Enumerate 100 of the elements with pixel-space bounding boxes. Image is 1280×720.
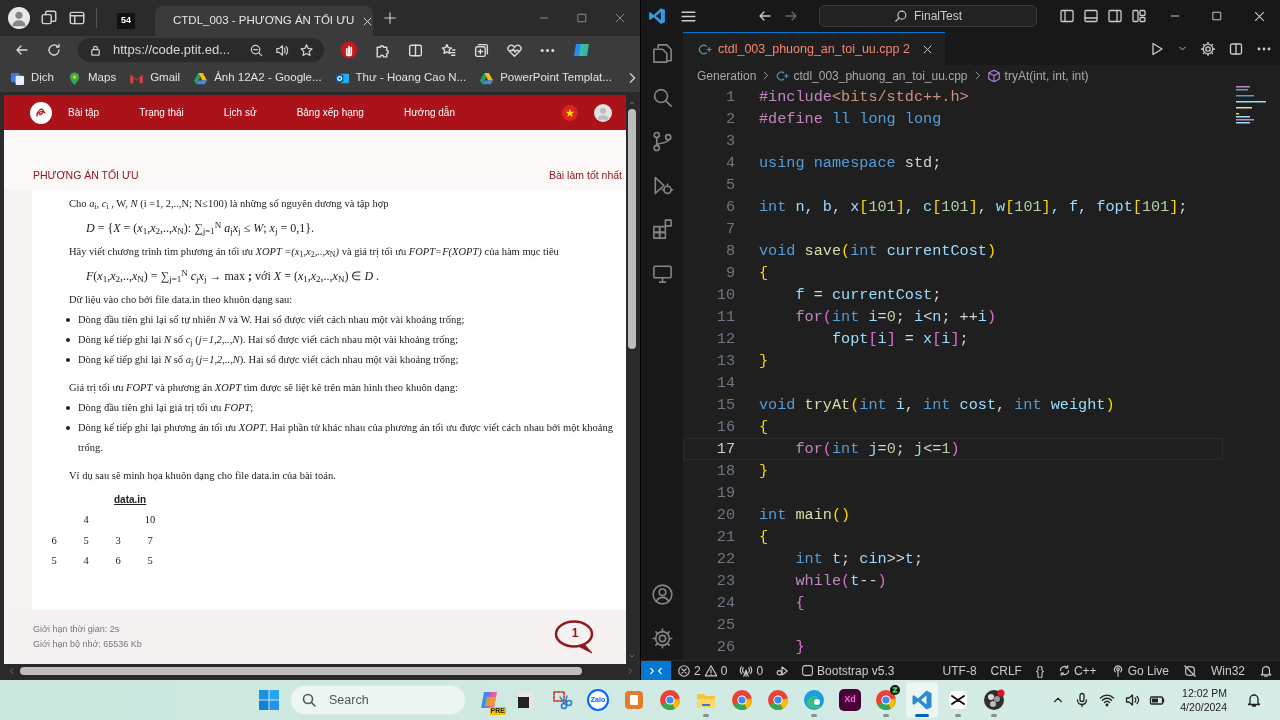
code-line[interactable]: } — [759, 636, 805, 658]
problem-title: PHƯƠNG ÁN TỐI ƯU — [33, 168, 139, 183]
code-line[interactable]: fopt[i] = x[i]; — [759, 328, 969, 350]
tab-actions-icon[interactable] — [68, 9, 86, 27]
scroll-down-icon[interactable] — [628, 652, 636, 660]
collections-icon[interactable] — [473, 41, 490, 59]
refresh-icon[interactable] — [46, 42, 62, 58]
star-icon[interactable] — [299, 42, 314, 58]
bookmark[interactable]: Dịch — [10, 69, 54, 87]
status-item[interactable]: CRLF — [983, 661, 1029, 680]
bookmark[interactable]: Maps — [67, 69, 117, 87]
chat-button[interactable]: 1 — [554, 619, 596, 655]
code-line[interactable]: } — [759, 460, 769, 482]
extension-status[interactable]: Bootstrap v5.3 — [795, 661, 901, 680]
list-item: Dòng kế tiếp ghi lại N số c$_{j}$ (j=1,2,..,N). Hai số được viết cách nhau một vài khoảng trống; — [78, 333, 458, 349]
code-line[interactable]: { — [759, 592, 805, 614]
go-live-button[interactable]: Go Live — [1103, 661, 1176, 680]
split-editor-icon[interactable] — [1228, 40, 1244, 57]
code-line[interactable]: int main() — [759, 504, 851, 526]
code-line[interactable]: f = currentCost; — [759, 284, 942, 306]
code-line[interactable]: { — [759, 526, 769, 548]
bookmark[interactable]: Thư - Hoang Cao N... — [334, 69, 467, 87]
clock-date[interactable]: 4/20/2024 — [1180, 700, 1227, 714]
secondary-sidebar-icon[interactable] — [1107, 8, 1123, 24]
language-mode[interactable]: C++ — [1050, 661, 1104, 680]
extensions-icon[interactable] — [650, 218, 674, 241]
favorites-icon[interactable] — [440, 41, 457, 59]
code-line[interactable]: { — [759, 416, 769, 438]
nav-link[interactable]: Lịch sử — [223, 105, 257, 120]
close-icon[interactable] — [1253, 9, 1266, 23]
code-line[interactable]: void tryAt(int i, int cost, int weight) — [759, 394, 1115, 416]
ports-button[interactable]: 0 — [733, 661, 770, 680]
nav-link[interactable]: Hướng dẫn — [403, 105, 455, 120]
nav-link[interactable]: Bảng xếp hạng — [296, 105, 364, 120]
wifi-icon[interactable] — [1099, 692, 1116, 708]
nav-link[interactable]: Bài tập — [68, 105, 100, 120]
code-line[interactable]: #include<bits/stdc++.h> — [759, 86, 969, 108]
flag-icon[interactable] — [562, 104, 578, 121]
volume-icon[interactable] — [1124, 692, 1141, 708]
hand-icon[interactable] — [340, 41, 358, 59]
code-line[interactable]: for(int i=0; i<n; ++i) — [759, 306, 997, 328]
bell-icon — [1259, 663, 1273, 678]
layout-icon[interactable] — [1131, 8, 1147, 24]
bookmark[interactable]: Gmail — [129, 69, 181, 87]
bookmark[interactable]: PowerPoint Templat... — [479, 69, 612, 87]
code-line[interactable]: using namespace std; — [759, 152, 942, 174]
notifications-icon[interactable] — [1246, 692, 1262, 708]
code-line[interactable]: int n, b, x[101], c[101], w[101], f, fopt[101]; — [759, 196, 1188, 218]
code-line[interactable]: { — [759, 262, 769, 284]
problems-button[interactable]: 2 0 — [671, 661, 734, 680]
code-line[interactable]: int t; cin>>t; — [759, 548, 924, 570]
settings-icon[interactable] — [1200, 40, 1216, 57]
breadcrumb-item[interactable]: tryAt(int, int, int) — [986, 66, 1089, 85]
browser-tab[interactable]: CTDL_003 - PHƯƠNG ÁN TỐI ƯU — [155, 6, 373, 36]
code-line[interactable]: for(int j=0; j<=1) — [759, 438, 960, 460]
maximize-icon[interactable] — [1211, 9, 1223, 22]
remote-button[interactable] — [641, 661, 671, 680]
line-number: 12 — [715, 329, 735, 350]
address-bar[interactable]: https://code.ptit.ed... — [78, 38, 324, 62]
split-screen-icon[interactable] — [407, 41, 424, 59]
command-search[interactable]: FinalTest — [819, 5, 1037, 27]
new-tab-icon[interactable] — [383, 11, 397, 25]
speaker-icon[interactable] — [274, 42, 289, 58]
primary-sidebar-icon[interactable] — [1059, 8, 1075, 24]
workspaces-icon[interactable] — [40, 9, 58, 27]
code-line[interactable]: while(t--) — [759, 570, 887, 592]
bookmark[interactable]: Ảnh 12A2 - Google... — [193, 69, 322, 87]
source-control-icon[interactable] — [650, 130, 674, 153]
heart-icon[interactable] — [506, 41, 523, 59]
search-field[interactable]: Search — [290, 685, 466, 715]
breadcrumb-item[interactable]: ctdl_003_phuong_an_toi_uu.cpp — [775, 66, 968, 85]
maximize-icon[interactable] — [576, 12, 588, 24]
settings-icon[interactable] — [650, 627, 674, 650]
profile-avatar[interactable] — [8, 7, 30, 29]
pinned-tab[interactable]: 54 — [107, 6, 145, 36]
panel-icon[interactable] — [1083, 8, 1099, 24]
code-line[interactable]: #define ll long long — [759, 108, 942, 130]
scroll-up-icon[interactable] — [628, 99, 636, 107]
zoom-out-icon[interactable] — [249, 42, 264, 58]
account-icon[interactable] — [650, 583, 674, 606]
status-item[interactable]: {} — [1028, 661, 1051, 680]
vertical-scrollbar[interactable] — [626, 95, 638, 664]
start-button[interactable] — [258, 689, 280, 711]
site-logo[interactable] — [30, 101, 52, 124]
clock-time[interactable]: 12:02 PM — [1180, 686, 1227, 700]
nav-link[interactable]: Trạng thái — [139, 105, 184, 120]
best-submission-link[interactable]: Bài làm tốt nhất — [549, 168, 622, 184]
explorer-icon[interactable] — [650, 42, 674, 65]
close-tab-icon[interactable] — [362, 15, 374, 27]
taskbar-app[interactable]: Xd — [834, 682, 866, 718]
code-line[interactable]: } — [759, 350, 769, 372]
minimap[interactable] — [1236, 86, 1266, 124]
avatar-icon[interactable] — [594, 103, 612, 122]
breadcrumb-item[interactable]: Generation — [697, 66, 757, 85]
close-icon[interactable] — [921, 43, 933, 55]
status-item[interactable]: Win32 — [1204, 661, 1252, 680]
run-icon[interactable] — [1149, 40, 1165, 57]
status-item[interactable]: UTF-8 — [935, 661, 984, 680]
editor-tab[interactable]: ctdl_003_phuong_an_toi_uu.cpp 2 — [683, 32, 945, 65]
code-line[interactable]: void save(int currentCost) — [759, 240, 996, 262]
